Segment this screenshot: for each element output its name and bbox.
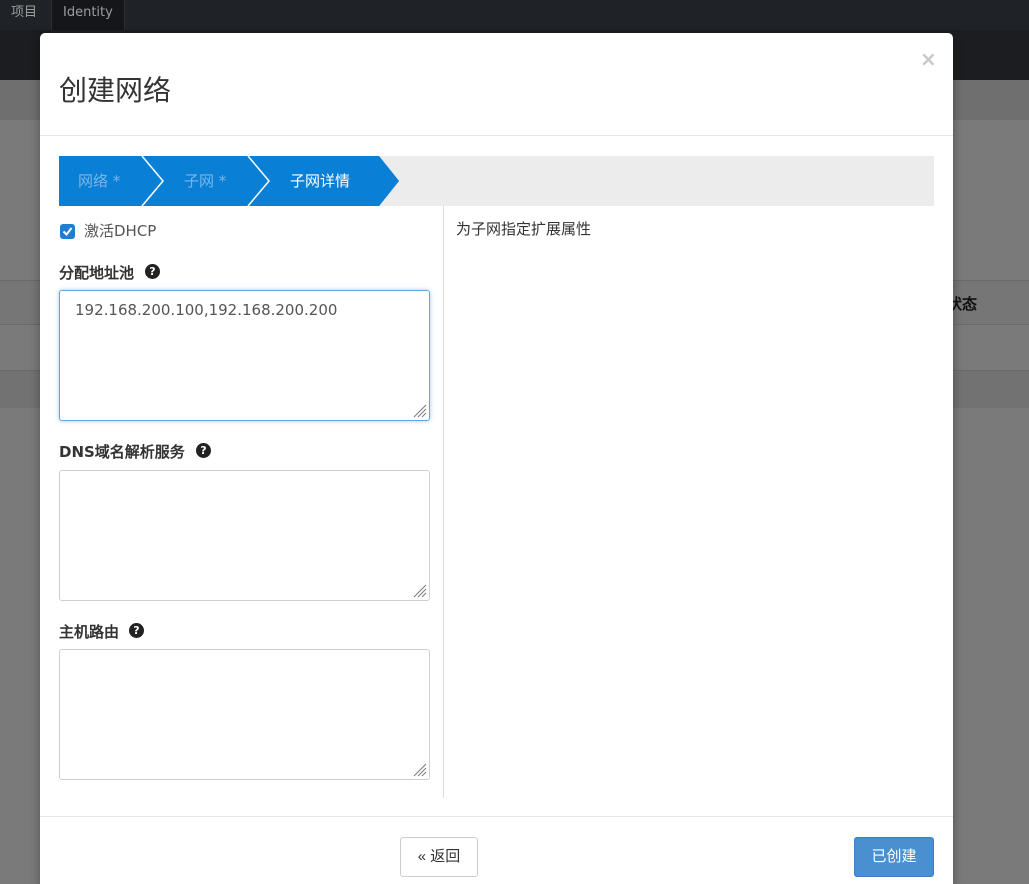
- header-divider: [40, 135, 953, 136]
- question-icon[interactable]: ?: [129, 623, 144, 638]
- dhcp-label[interactable]: 激活DHCP: [84, 220, 156, 241]
- footer-divider: [40, 816, 953, 817]
- checkmark-icon: [62, 227, 73, 237]
- resize-grip-icon[interactable]: [411, 582, 427, 598]
- host-routes-textarea[interactable]: [59, 649, 430, 780]
- wizard-steps: 网络 * 子网 * 子网详情: [59, 156, 934, 206]
- allocation-pools-label: 分配地址池: [59, 264, 135, 282]
- modal-title: 创建网络: [59, 74, 172, 107]
- wizard-step-network[interactable]: 网络 *: [78, 156, 120, 206]
- close-icon[interactable]: ×: [920, 49, 937, 69]
- host-routes-label: 主机路由: [59, 623, 120, 641]
- resize-grip-icon[interactable]: [411, 402, 427, 418]
- dns-textarea[interactable]: [59, 470, 430, 601]
- question-icon[interactable]: ?: [196, 443, 211, 458]
- create-network-modal: 创建网络 × 网络 * 子网 * 子网详情 激活DHCP 分配地址池 ? 192…: [40, 33, 953, 884]
- help-text: 为子网指定扩展属性: [456, 220, 592, 238]
- nav-tab-identity[interactable]: Identity: [51, 0, 125, 30]
- wizard-step-subnet[interactable]: 子网 *: [184, 156, 226, 206]
- back-button[interactable]: « 返回: [400, 837, 478, 877]
- top-navigation: 项目 Identity: [0, 0, 1029, 30]
- dhcp-checkbox[interactable]: [60, 224, 75, 239]
- question-icon[interactable]: ?: [145, 264, 160, 279]
- dns-label: DNS域名解析服务: [59, 443, 185, 461]
- create-button[interactable]: 已创建: [854, 837, 934, 877]
- allocation-pools-value: 192.168.200.100,192.168.200.200: [75, 301, 338, 319]
- nav-tab-project[interactable]: 项目: [0, 0, 48, 30]
- wizard-step-subnet-details[interactable]: 子网详情: [290, 156, 350, 206]
- resize-grip-icon[interactable]: [411, 761, 427, 777]
- column-divider: [443, 206, 444, 798]
- allocation-pools-textarea[interactable]: 192.168.200.100,192.168.200.200: [59, 290, 430, 421]
